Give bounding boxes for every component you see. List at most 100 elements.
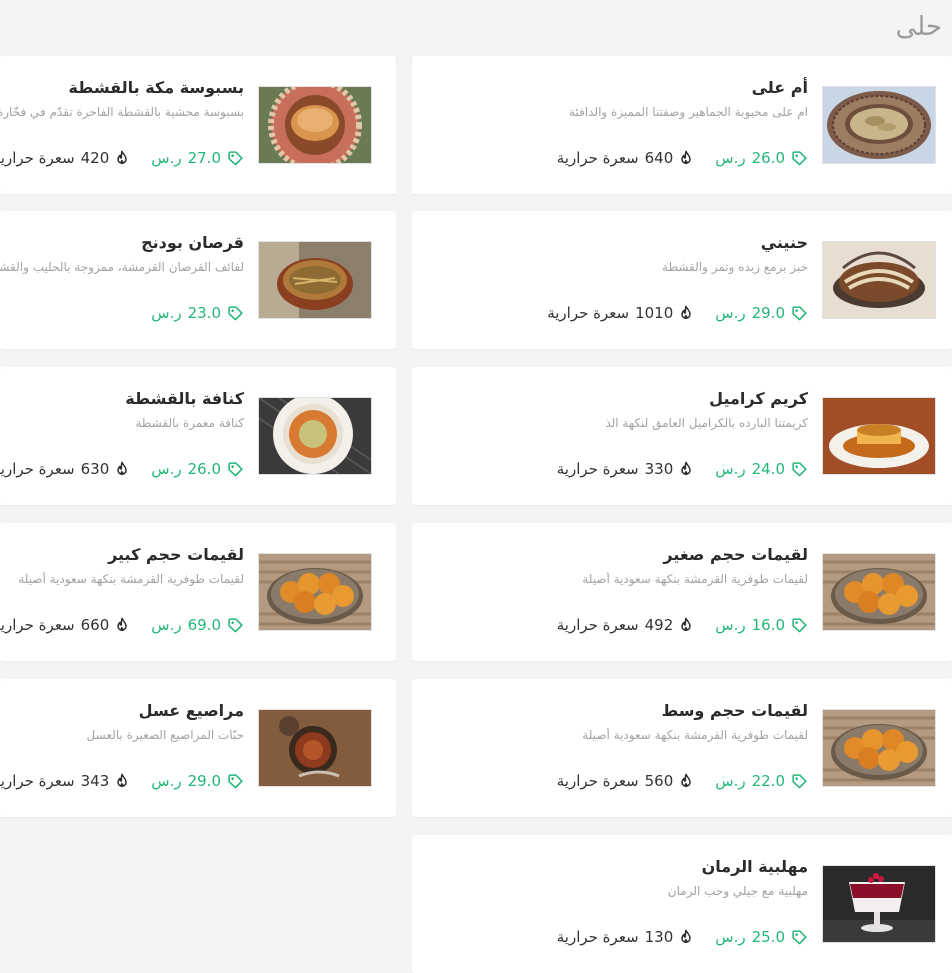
price-value: 69.0 <box>187 616 221 634</box>
menu-item-name[interactable]: حنيني <box>436 233 808 252</box>
menu-item-card[interactable]: لقيمات حجم كبير لقيمات طوفرية القرمشة بنك… <box>0 523 396 661</box>
price-tag-icon <box>791 305 808 322</box>
menu-item-calories: 660 سعرة حرارية <box>0 616 129 634</box>
menu-item-price: 23.0 ر.س <box>151 304 244 322</box>
flame-icon <box>115 150 129 166</box>
calories-label: سعرة حرارية <box>556 460 639 478</box>
calories-value: 630 <box>80 460 110 478</box>
calories-value: 492 <box>644 616 674 634</box>
price-tag-icon <box>227 617 244 634</box>
menu-item-calories: 420 سعرة حرارية <box>0 149 129 167</box>
menu-item-image[interactable] <box>258 553 372 631</box>
price-value: 26.0 <box>751 149 785 167</box>
calories-label: سعرة حرارية <box>0 149 75 167</box>
price-tag-icon <box>791 150 808 167</box>
menu-item-card[interactable]: بسبوسة مكة بالقشطة بسبوسة محشية بالقشطة ا… <box>0 56 396 194</box>
price-currency: ر.س <box>151 460 182 478</box>
menu-item-price: 26.0 ر.س <box>151 460 244 478</box>
price-value: 23.0 <box>187 304 221 322</box>
price-tag-icon <box>227 773 244 790</box>
calories-value: 640 <box>644 149 674 167</box>
menu-item-calories: 560 سعرة حرارية <box>557 772 694 790</box>
calories-label: سعرة حرارية <box>0 772 75 790</box>
calories-value: 343 <box>80 772 110 790</box>
menu-item-price: 29.0 ر.س <box>715 304 808 322</box>
flame-icon <box>115 773 129 789</box>
price-currency: ر.س <box>151 772 182 790</box>
price-currency: ر.س <box>715 149 746 167</box>
flame-icon <box>679 305 693 321</box>
price-tag-icon <box>791 461 808 478</box>
menu-item-card[interactable]: قرصان بودنج لفائف القرصان القرمشة، ممزوجة… <box>0 211 396 349</box>
calories-label: سعرة حرارية <box>547 304 630 322</box>
menu-item-price: 25.0 ر.س <box>715 928 808 946</box>
menu-item-card[interactable]: حنيني خبز برمع زبده وتمر والقشطة 29.0 ر.س 10… <box>412 211 952 349</box>
menu-item-calories: 640 سعرة حرارية <box>557 149 694 167</box>
price-currency: ر.س <box>151 616 182 634</box>
price-value: 16.0 <box>751 616 785 634</box>
price-currency: ر.س <box>715 772 746 790</box>
price-tag-icon <box>227 305 244 322</box>
price-currency: ر.س <box>151 149 182 167</box>
price-value: 26.0 <box>187 460 221 478</box>
section-title: حلى <box>895 12 942 42</box>
price-value: 22.0 <box>751 772 785 790</box>
menu-item-name[interactable]: قرصان بودنج <box>0 233 244 252</box>
calories-value: 420 <box>80 149 110 167</box>
menu-item-name[interactable]: مهلبية الرمان <box>436 857 808 876</box>
calories-label: سعرة حرارية <box>556 928 639 946</box>
menu-item-price: 16.0 ر.س <box>715 616 808 634</box>
menu-item-calories: 630 سعرة حرارية <box>0 460 129 478</box>
menu-item-name[interactable]: بسبوسة مكة بالقشطة <box>0 78 244 97</box>
menu-item-description: لفائف القرصان القرمشة، ممزوجة بالحليب وا… <box>0 260 244 274</box>
menu-item-card[interactable]: مراصيع عسل حبّات المراصيع الصغيرة بالعسل 2… <box>0 679 396 817</box>
menu-item-name[interactable]: لقيمات حجم صغير <box>436 545 808 564</box>
menu-item-image[interactable] <box>822 241 936 319</box>
menu-item-card[interactable]: كريم كراميل كريمتنا البارده بالكراميل الع… <box>412 367 952 505</box>
calories-value: 130 <box>644 928 674 946</box>
menu-item-image[interactable] <box>822 553 936 631</box>
menu-item-card[interactable]: لقيمات حجم وسط لقيمات طوفرية القرمشة بنكه… <box>412 679 952 817</box>
menu-item-image[interactable] <box>258 397 372 475</box>
price-tag-icon <box>791 617 808 634</box>
price-tag-icon <box>227 461 244 478</box>
menu-item-description: لقيمات طوفرية القرمشة بنكهة سعودية أصيلة <box>582 728 808 742</box>
menu-item-name[interactable]: لقيمات حجم كبير <box>0 545 244 564</box>
menu-item-image[interactable] <box>822 709 936 787</box>
price-value: 25.0 <box>751 928 785 946</box>
menu-item-card[interactable]: أم على ام على محبوبة الجماهير وصفتنا المم… <box>412 56 952 194</box>
menu-item-name[interactable]: لقيمات حجم وسط <box>436 701 808 720</box>
menu-item-calories: 330 سعرة حرارية <box>557 460 694 478</box>
calories-label: سعرة حرارية <box>556 616 639 634</box>
menu-item-image[interactable] <box>258 241 372 319</box>
menu-item-name[interactable]: أم على <box>436 78 808 97</box>
menu-item-name[interactable]: مراصيع عسل <box>0 701 244 720</box>
menu-item-description: خبز برمع زبده وتمر والقشطة <box>662 260 808 274</box>
menu-item-image[interactable] <box>258 86 372 164</box>
menu-item-card[interactable]: مهلبية الرمان مهلبية مع جيلي وحب الرمان 25… <box>412 835 952 973</box>
menu-item-description: مهلبية مع جيلي وحب الرمان <box>667 884 808 898</box>
price-tag-icon <box>791 773 808 790</box>
calories-value: 560 <box>644 772 674 790</box>
flame-icon <box>679 150 693 166</box>
menu-item-card[interactable]: لقيمات حجم صغير لقيمات طوفرية القرمشة بنك… <box>412 523 952 661</box>
menu-item-description: حبّات المراصيع الصغيرة بالعسل <box>86 728 244 742</box>
menu-item-name[interactable]: كريم كراميل <box>436 389 808 408</box>
calories-label: سعرة حرارية <box>556 149 639 167</box>
menu-item-card[interactable]: كنافة بالقشطة كنافة مغمرة بالقشطة 26.0 ر.س 6… <box>0 367 396 505</box>
flame-icon <box>115 617 129 633</box>
menu-item-calories: 130 سعرة حرارية <box>557 928 694 946</box>
menu-item-image[interactable] <box>822 865 936 943</box>
menu-item-name[interactable]: كنافة بالقشطة <box>0 389 244 408</box>
menu-item-description: كنافة مغمرة بالقشطة <box>135 416 244 430</box>
menu-item-image[interactable] <box>822 397 936 475</box>
flame-icon <box>679 461 693 477</box>
price-value: 27.0 <box>187 149 221 167</box>
calories-label: سعرة حرارية <box>0 616 75 634</box>
menu-item-image[interactable] <box>822 86 936 164</box>
menu-item-description: بسبوسة محشية بالقشطة الفاخرة تقدّم في فخ… <box>0 105 244 119</box>
menu-item-description: كريمتنا البارده بالكراميل العامق لنكهة ا… <box>605 416 808 430</box>
price-tag-icon <box>227 150 244 167</box>
menu-item-calories: 492 سعرة حرارية <box>557 616 694 634</box>
menu-item-image[interactable] <box>258 709 372 787</box>
